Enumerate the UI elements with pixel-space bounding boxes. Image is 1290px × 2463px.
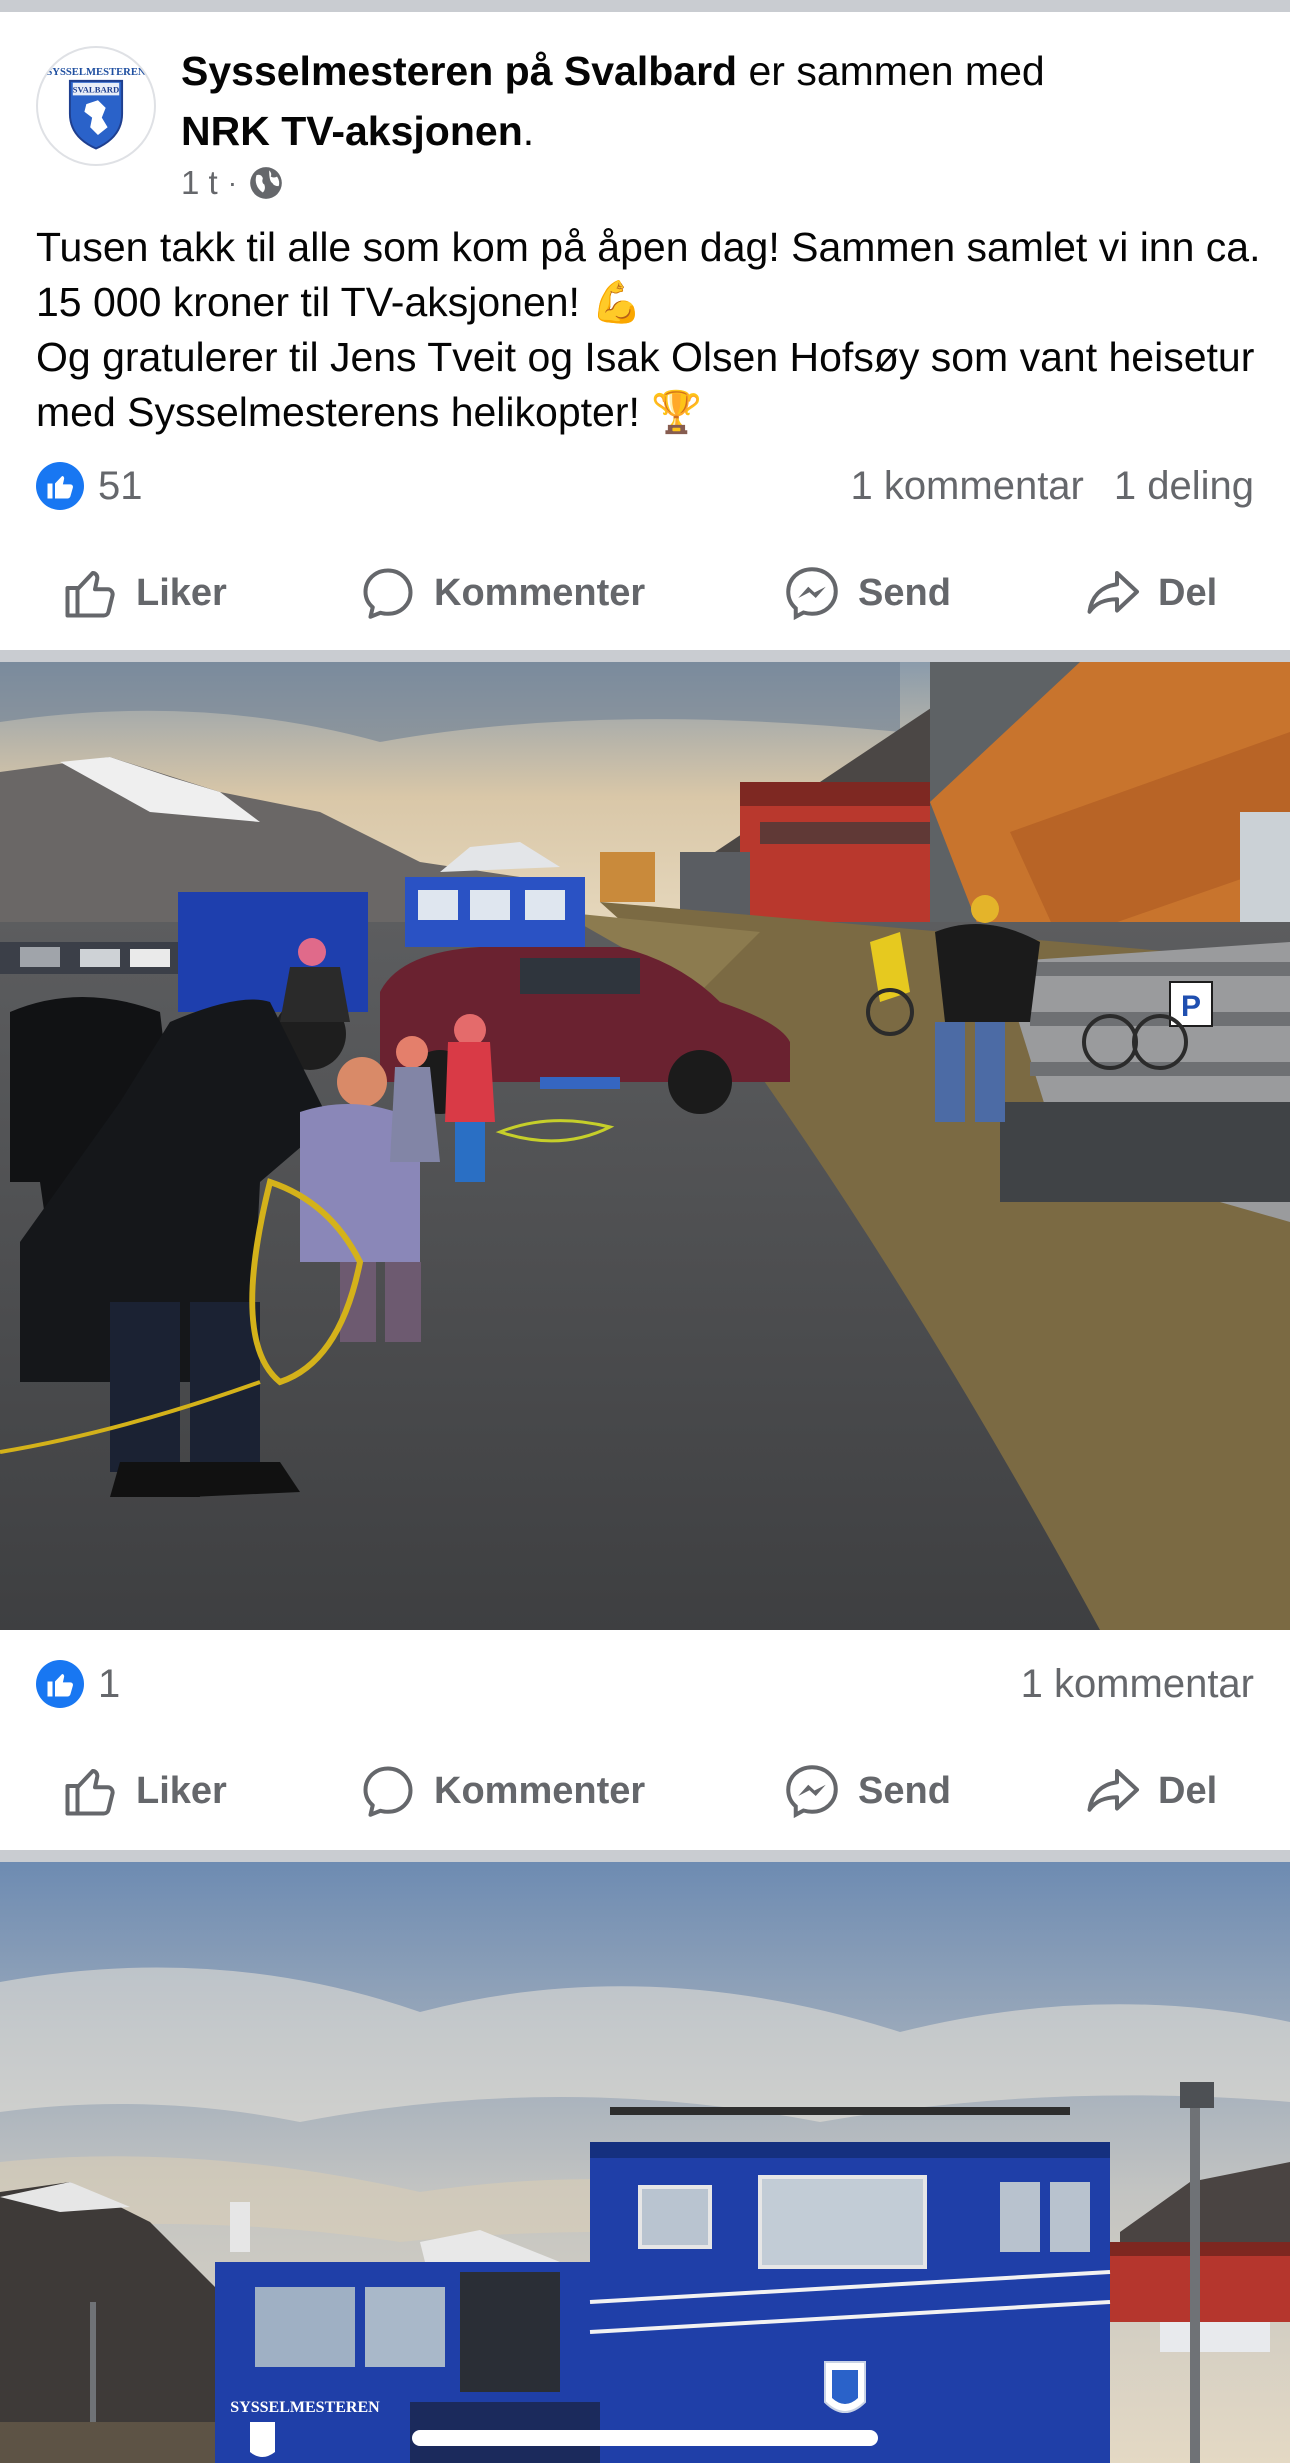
thumbs-up-icon: [65, 1769, 115, 1816]
svg-text:P: P: [1181, 990, 1201, 1023]
comment-button-label: Kommenter: [434, 571, 646, 614]
comment-bubble-icon: [363, 568, 413, 619]
tagged-suffix: .: [522, 108, 535, 154]
share-button-label: Del: [1158, 1769, 1218, 1812]
like-count: 51: [98, 463, 143, 508]
send-button[interactable]: Send: [782, 548, 951, 638]
share-arrow-icon: [1087, 1769, 1139, 1812]
with-text: er sammen med: [737, 48, 1045, 94]
reaction-summary[interactable]: 51: [36, 462, 143, 510]
photo-reaction-summary[interactable]: 1: [36, 1660, 120, 1708]
photo-reactions-bar: 1 1 kommentar: [36, 1654, 1254, 1714]
post-meta: 1 t ·: [181, 164, 285, 202]
sysselmesteren-logo-icon: SYSSELMESTEREN SVALBARD: [39, 49, 153, 163]
meta-separator: ·: [227, 167, 238, 198]
share-count-link[interactable]: 1 deling: [1114, 464, 1254, 509]
post-text-paragraph: Og gratulerer til Jens Tveit og Isak Ols…: [36, 334, 1255, 435]
photo-blue-vehicle: SYSSELMESTEREN: [0, 1862, 1290, 2463]
share-button[interactable]: Del: [1082, 548, 1217, 638]
photo-actions-bar: Liker Kommenter Send Del: [0, 1746, 1290, 1836]
author-name-link[interactable]: Sysselmesteren på Svalbard: [181, 48, 737, 94]
svg-text:SYSSELMESTEREN: SYSSELMESTEREN: [230, 2399, 380, 2416]
page-avatar[interactable]: SYSSELMESTEREN SVALBARD: [36, 46, 156, 166]
tagged-page-link[interactable]: NRK TV-aksjonen: [181, 108, 523, 154]
photo-comment-count-link[interactable]: 1 kommentar: [1021, 1662, 1254, 1707]
messenger-icon: [786, 567, 838, 621]
like-button[interactable]: Liker: [60, 548, 227, 638]
post-text-paragraph: Tusen takk til alle som kom på åpen dag!…: [36, 224, 1261, 325]
section-divider: [0, 1850, 1290, 1862]
home-indicator: [412, 2430, 878, 2446]
send-button-label: Send: [858, 1769, 951, 1812]
thumbs-up-icon: [65, 571, 115, 618]
like-button-label: Liker: [136, 571, 227, 614]
photo-send-button[interactable]: Send: [782, 1746, 951, 1836]
comment-count-link[interactable]: 1 kommentar: [850, 464, 1083, 509]
section-divider: [0, 650, 1290, 662]
svg-text:SYSSELMESTEREN: SYSSELMESTEREN: [46, 67, 146, 78]
share-button-label: Del: [1158, 571, 1218, 614]
comment-bubble-icon: [363, 1766, 413, 1817]
post-header: SYSSELMESTEREN SVALBARD Sysselmesteren p…: [0, 12, 1290, 212]
share-arrow-icon: [1087, 571, 1139, 614]
post-header-line2: NRK TV-aksjonen.: [181, 102, 534, 160]
post-actions-bar: Liker Kommenter Send Del: [0, 548, 1290, 638]
like-reaction-icon: [36, 1660, 84, 1708]
post-text: Tusen takk til alle som kom på åpen dag!…: [36, 220, 1266, 440]
comment-button[interactable]: Kommenter: [358, 548, 645, 638]
post-header-line1: Sysselmesteren på Svalbard er sammen med: [181, 42, 1045, 100]
svg-text:SVALBARD: SVALBARD: [73, 84, 120, 94]
top-divider: [0, 0, 1290, 12]
post-time[interactable]: 1 t: [181, 164, 218, 202]
messenger-icon: [786, 1765, 838, 1819]
like-reaction-icon: [36, 462, 84, 510]
comment-button-label: Kommenter: [434, 1769, 646, 1812]
post-photo-1[interactable]: P: [0, 662, 1290, 1630]
send-button-label: Send: [858, 571, 951, 614]
photo-comment-button[interactable]: Kommenter: [358, 1746, 645, 1836]
globe-icon: [250, 167, 282, 199]
post-photo-2[interactable]: SYSSELMESTEREN: [0, 1862, 1290, 2463]
photo-share-button[interactable]: Del: [1082, 1746, 1217, 1836]
like-button-label: Liker: [136, 1769, 227, 1812]
photo-like-button[interactable]: Liker: [60, 1746, 227, 1836]
photo-like-count: 1: [98, 1661, 121, 1706]
post-reactions-bar: 51 1 kommentar 1 deling: [36, 456, 1254, 516]
photo-open-day-scene: P: [0, 662, 1290, 1630]
